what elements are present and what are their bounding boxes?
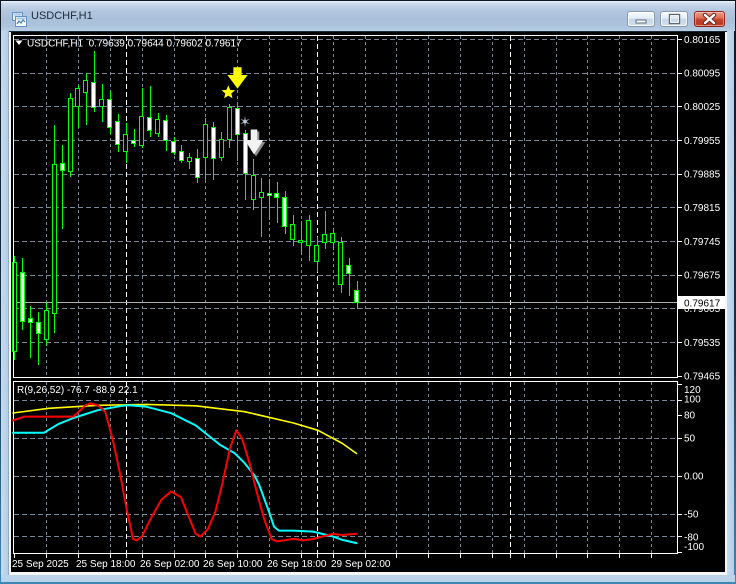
svg-text:0.79955: 0.79955 [684,136,721,147]
svg-text:0.79885: 0.79885 [684,170,721,181]
svg-text:26 Sep 10:00: 26 Sep 10:00 [203,559,263,570]
svg-text:26 Sep 18:00: 26 Sep 18:00 [267,559,327,570]
svg-text:0.80165: 0.80165 [684,35,721,46]
svg-text:50: 50 [684,434,696,445]
svg-text:-50: -50 [684,510,699,521]
svg-text:80: 80 [684,411,696,422]
svg-text:0.79745: 0.79745 [684,237,721,248]
svg-text:25 Sep 2025: 25 Sep 2025 [12,559,69,570]
svg-text:29 Sep 02:00: 29 Sep 02:00 [331,559,391,570]
svg-text:0.79675: 0.79675 [684,271,721,282]
svg-text:-100: -100 [684,542,704,553]
svg-text:0.79465: 0.79465 [684,372,721,383]
svg-text:R(9,26,52) -76.7 -88.9 22.1: R(9,26,52) -76.7 -88.9 22.1 [17,385,138,396]
svg-text:26 Sep 02:00: 26 Sep 02:00 [140,559,200,570]
svg-text:100: 100 [684,395,701,406]
svg-text:0.80095: 0.80095 [684,69,721,80]
svg-text:0.80025: 0.80025 [684,102,721,113]
svg-text:0.79617: 0.79617 [684,299,721,310]
svg-text:0.79815: 0.79815 [684,203,721,214]
svg-text:0.00: 0.00 [684,472,704,483]
svg-text:USDCHF,H1 0.79639 0.79644 0.7: USDCHF,H1 0.79639 0.79644 0.79602 0.7961… [27,39,242,50]
svg-text:0.79535: 0.79535 [684,338,721,349]
svg-text:25 Sep 18:00: 25 Sep 18:00 [76,559,136,570]
